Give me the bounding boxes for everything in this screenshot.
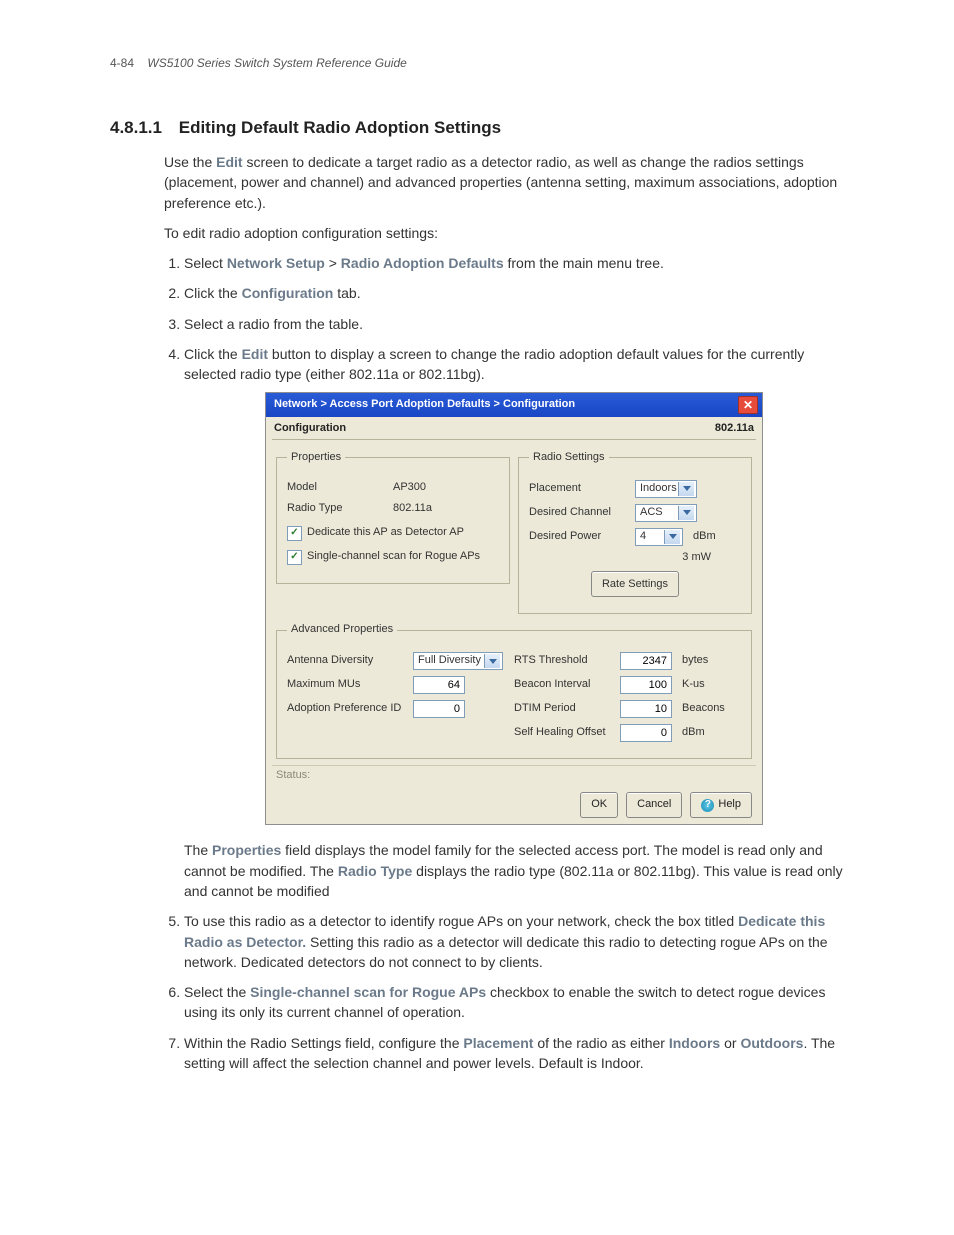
adopt-pref-input[interactable]	[413, 700, 465, 718]
rts-input[interactable]	[620, 652, 672, 670]
status-label: Status:	[272, 765, 756, 790]
section-number: 4.8.1.1	[110, 118, 162, 137]
dedicate-checkbox[interactable]: ✓ Dedicate this AP as Detector AP	[287, 525, 499, 541]
radio-type-value: 802.11a	[393, 501, 432, 517]
single-channel-checkbox[interactable]: ✓ Single-channel scan for Rogue APs	[287, 549, 499, 565]
chevron-down-icon	[664, 530, 680, 544]
max-mus-input[interactable]	[413, 676, 465, 694]
power-label: Desired Power	[529, 529, 629, 545]
tab-label: Configuration	[274, 421, 346, 437]
help-button[interactable]: ? Help	[690, 792, 752, 818]
step-5: To use this radio as a detector to ident…	[184, 911, 844, 972]
page-number: 4-84	[110, 56, 134, 70]
self-heal-input[interactable]	[620, 724, 672, 742]
max-mus-label: Maximum MUs	[287, 677, 407, 693]
power-select[interactable]: 4	[635, 528, 683, 546]
channel-label: Desired Channel	[529, 505, 629, 521]
dtim-label: DTIM Period	[514, 701, 614, 717]
beacon-input[interactable]	[620, 676, 672, 694]
properties-group: Properties Model AP300 Radio Type 802.11…	[276, 450, 510, 585]
steps-list: Select Network Setup > Radio Adoption De…	[164, 253, 844, 1073]
body-text: Use the Edit screen to dedicate a target…	[164, 152, 844, 1073]
chevron-down-icon	[484, 654, 500, 668]
power-hint: 3 mW	[682, 550, 711, 566]
rts-unit: bytes	[682, 653, 708, 669]
radio-settings-group: Radio Settings Placement Indoors	[518, 450, 752, 615]
radio-settings-legend: Radio Settings	[529, 450, 609, 466]
antenna-label: Antenna Diversity	[287, 653, 407, 669]
step-2: Click the Configuration tab.	[184, 283, 844, 303]
ok-button[interactable]: OK	[580, 792, 618, 818]
dialog-buttons: OK Cancel ? Help	[272, 790, 756, 818]
chevron-down-icon	[678, 506, 694, 520]
step-4: Click the Edit button to display a scree…	[184, 344, 844, 901]
self-heal-label: Self Healing Offset	[514, 725, 614, 741]
single-channel-label: Single-channel scan for Rogue APs	[307, 549, 480, 565]
beacon-unit: K-us	[682, 677, 705, 693]
step-1: Select Network Setup > Radio Adoption De…	[184, 253, 844, 273]
dialog-subheader: Configuration 802.11a	[272, 421, 756, 440]
intro-paragraph-1: Use the Edit screen to dedicate a target…	[164, 152, 844, 213]
help-icon: ?	[701, 799, 714, 812]
mode-label: 802.11a	[715, 421, 754, 437]
running-header: 4-84 WS5100 Series Switch System Referen…	[110, 56, 844, 70]
page: 4-84 WS5100 Series Switch System Referen…	[0, 0, 954, 1235]
advanced-group: Advanced Properties Antenna Diversity Fu…	[276, 622, 752, 759]
dialog-titlebar: Network > Access Port Adoption Defaults …	[266, 393, 762, 417]
dialog-title: Network > Access Port Adoption Defaults …	[274, 397, 575, 413]
close-icon: ✕	[743, 399, 753, 411]
dedicate-label: Dedicate this AP as Detector AP	[307, 525, 464, 541]
rate-settings-button[interactable]: Rate Settings	[591, 571, 679, 597]
section-heading: 4.8.1.1 Editing Default Radio Adoption S…	[110, 118, 844, 138]
dtim-unit: Beacons	[682, 701, 725, 717]
properties-legend: Properties	[287, 450, 345, 466]
checkbox-icon: ✓	[287, 526, 302, 541]
cancel-button[interactable]: Cancel	[626, 792, 682, 818]
dtim-input[interactable]	[620, 700, 672, 718]
placement-label: Placement	[529, 481, 629, 497]
antenna-select[interactable]: Full Diversity	[413, 652, 503, 670]
model-label: Model	[287, 480, 387, 496]
post-step4-paragraph: The Properties field displays the model …	[184, 840, 844, 901]
edit-keyword: Edit	[216, 154, 242, 170]
placement-select[interactable]: Indoors	[635, 480, 697, 498]
radio-type-label: Radio Type	[287, 501, 387, 517]
close-button[interactable]: ✕	[738, 396, 758, 414]
dialog-body: Configuration 802.11a Properties Model A…	[266, 417, 762, 825]
chevron-down-icon	[678, 482, 694, 496]
intro-paragraph-2: To edit radio adoption configuration set…	[164, 223, 844, 243]
step-3: Select a radio from the table.	[184, 314, 844, 334]
adopt-pref-label: Adoption Preference ID	[287, 701, 407, 717]
power-unit: dBm	[693, 529, 716, 545]
doc-title: WS5100 Series Switch System Reference Gu…	[147, 56, 406, 70]
step-6: Select the Single-channel scan for Rogue…	[184, 982, 844, 1023]
advanced-legend: Advanced Properties	[287, 622, 397, 638]
model-value: AP300	[393, 480, 426, 496]
config-dialog: Network > Access Port Adoption Defaults …	[266, 393, 762, 825]
section-title: Editing Default Radio Adoption Settings	[179, 118, 501, 137]
self-heal-unit: dBm	[682, 725, 705, 741]
checkbox-icon: ✓	[287, 550, 302, 565]
step-7: Within the Radio Settings field, configu…	[184, 1033, 844, 1074]
beacon-label: Beacon Interval	[514, 677, 614, 693]
rts-label: RTS Threshold	[514, 653, 614, 669]
channel-select[interactable]: ACS	[635, 504, 697, 522]
